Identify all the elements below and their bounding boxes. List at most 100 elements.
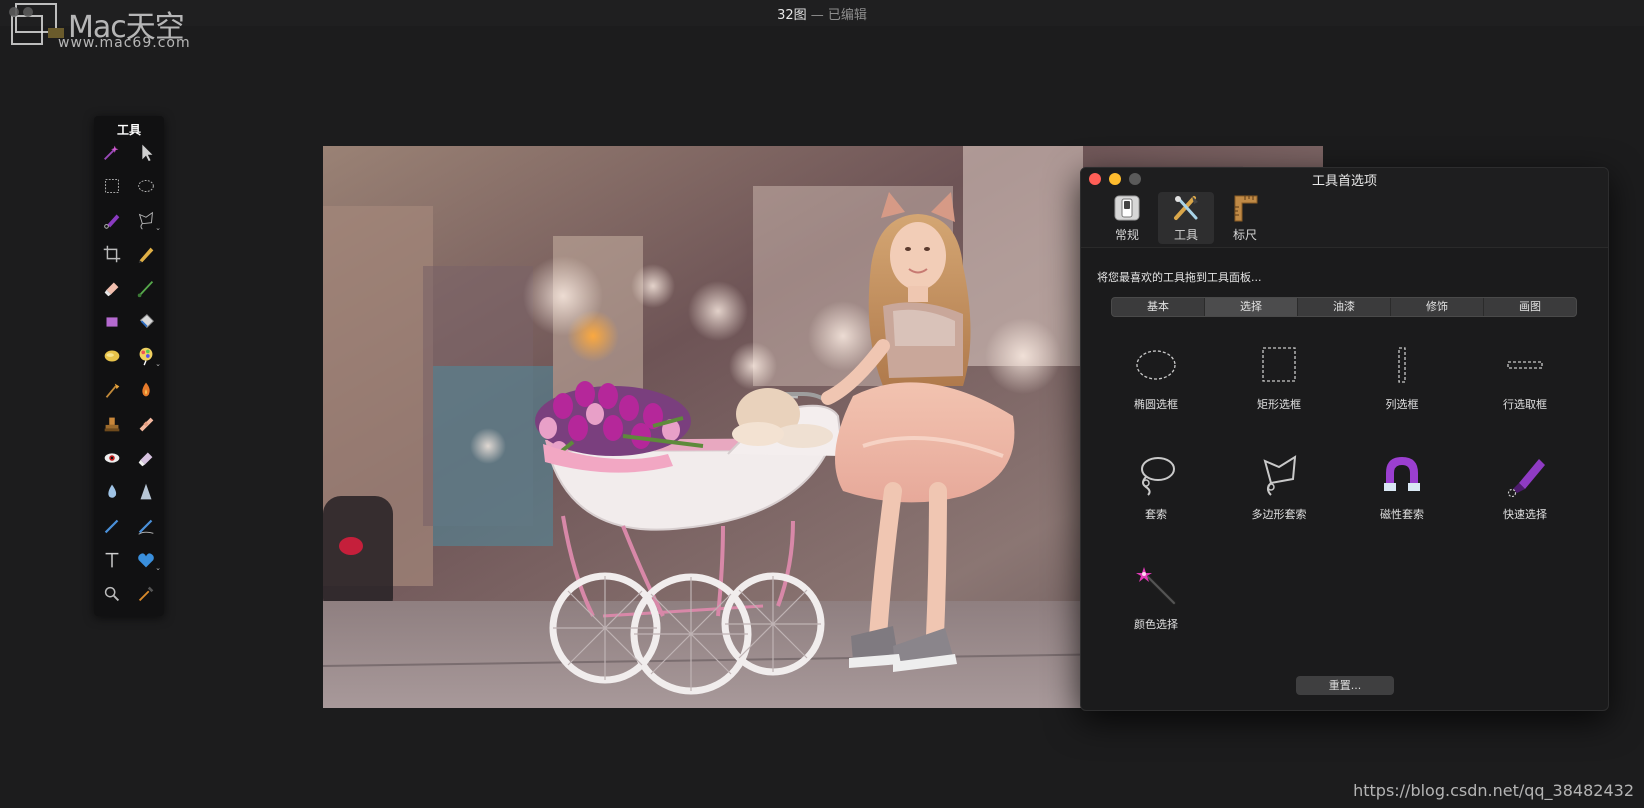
heart-shape-icon (138, 553, 154, 568)
eraser2-icon (138, 452, 153, 467)
paint-bucket-icon (139, 314, 154, 329)
quick-selection-icon (104, 214, 120, 229)
tab-rulers-label: 标尺 (1232, 228, 1257, 242)
palette-tool-crop[interactable] (100, 242, 124, 266)
submenu-indicator-icon: ⌄ (155, 360, 161, 368)
rect-marquee-icon (1262, 347, 1296, 382)
palette-tool-paint-bucket[interactable] (134, 310, 158, 334)
brush-icon (137, 280, 154, 298)
palette-tool-blur-drop[interactable] (100, 480, 124, 504)
tool-rect-marquee[interactable]: 矩形选框 (1224, 343, 1334, 443)
submenu-indicator-icon: ⌄ (155, 564, 161, 572)
tool-color-selection[interactable]: 颜色选择 (1101, 563, 1211, 663)
tab-rulers[interactable]: 标尺 (1217, 192, 1273, 244)
palette-tool-pen-freeform[interactable] (134, 514, 158, 538)
lasso-icon (1141, 457, 1175, 496)
palette-tool-burn[interactable] (134, 378, 158, 402)
palette-tool-color-picker[interactable]: ⌄ (134, 344, 161, 368)
palette-tool-eraser[interactable] (100, 276, 124, 300)
title-bar: 32图 — 已编辑 (0, 0, 1644, 26)
tab-general-label: 常规 (1114, 228, 1139, 242)
red-eye-icon (104, 453, 120, 463)
text-icon (105, 552, 119, 568)
sharpen-icon (140, 483, 152, 500)
palette-tool-pen[interactable] (100, 514, 124, 538)
zoom-icon (104, 586, 120, 602)
tool-ellipse-marquee[interactable]: 椭圆选框 (1101, 343, 1211, 443)
prefs-title: 工具首选项 (1311, 174, 1377, 189)
drag-prompt: 将您最喜欢的工具拖到工具面板... (1097, 271, 1262, 284)
crop-icon (103, 245, 121, 263)
palette-tool-lasso[interactable]: ⌄ (134, 208, 161, 232)
tab-general[interactable]: 常规 (1099, 192, 1155, 244)
tool-preferences-window: 工具首选项 常规 工具 标尺 将您最喜欢的工具拖到工具面板... 基本 选择 油… (1080, 167, 1609, 711)
palette-tool-ellipse-marquee[interactable] (134, 174, 158, 198)
tool-lasso[interactable]: 套索 (1101, 453, 1211, 553)
category-segmented-control: 基本 选择 油漆 修饰 画图 (1111, 297, 1577, 317)
blur-drop-icon (108, 484, 117, 498)
tool-polygon-lasso[interactable]: 多边形套索 (1224, 453, 1334, 553)
bandage-icon (139, 417, 154, 432)
gradient-icon (104, 350, 120, 362)
palette-tool-eyedropper[interactable] (134, 582, 158, 606)
color-selection-wand-icon (1136, 567, 1176, 605)
tool-magnetic-lasso[interactable]: 磁性套索 (1347, 453, 1457, 553)
document-name: 32图 (777, 8, 807, 23)
tool-label: 矩形选框 (1257, 398, 1301, 411)
polygon-lasso-icon (1263, 455, 1297, 496)
reset-button[interactable]: 重置... (1296, 676, 1394, 695)
palette-tool-zoom[interactable] (100, 582, 124, 606)
palette-tool-gradient[interactable] (100, 344, 124, 368)
palette-tool-quick-selection[interactable] (100, 208, 124, 232)
lasso-icon (138, 211, 153, 230)
tool-label: 快速选择 (1503, 508, 1547, 521)
color-picker-icon (139, 347, 153, 366)
burn-icon (142, 382, 150, 397)
tool-quick-selection[interactable]: 快速选择 (1470, 453, 1580, 553)
palette-tool-text[interactable] (100, 548, 124, 572)
tools-palette: 工具 ⌄ ⌄ ⌄ (94, 116, 164, 616)
palette-tool-eraser2[interactable] (134, 446, 158, 470)
palette-tool-magic-wand[interactable] (100, 140, 124, 164)
tool-row-marquee[interactable]: 行选取框 (1470, 343, 1580, 443)
tools-palette-title: 工具 (116, 123, 141, 137)
ruler-icon (1234, 195, 1258, 222)
eyedropper-icon (138, 586, 154, 602)
ellipse-marquee-icon (1136, 350, 1176, 380)
segment-retouch[interactable]: 修饰 (1391, 298, 1484, 316)
palette-tool-heart-shape[interactable]: ⌄ (134, 548, 161, 572)
palette-tool-smudge[interactable] (100, 378, 124, 402)
tool-label: 列选框 (1385, 398, 1419, 411)
palette-tool-clone-stamp[interactable] (100, 412, 124, 436)
palette-tool-pencil[interactable] (134, 242, 158, 266)
segment-paint[interactable]: 油漆 (1298, 298, 1391, 316)
tool-label: 多边形套索 (1251, 508, 1307, 521)
tool-label: 套索 (1145, 508, 1167, 521)
tool-label: 磁性套索 (1380, 508, 1424, 521)
palette-tool-shape-rectangle[interactable] (100, 310, 124, 334)
tool-label: 椭圆选框 (1134, 398, 1178, 411)
palette-tool-move-arrow[interactable] (134, 140, 158, 164)
palette-tool-red-eye[interactable] (100, 446, 124, 470)
segment-selection[interactable]: 选择 (1205, 298, 1298, 316)
segment-basic[interactable]: 基本 (1112, 298, 1205, 316)
tool-label: 行选取框 (1503, 398, 1547, 411)
eraser-icon (104, 282, 119, 297)
edited-status: — 已编辑 (810, 8, 867, 23)
move-arrow-icon (142, 144, 153, 162)
segment-draw[interactable]: 画图 (1484, 298, 1576, 316)
watermark-logo: Mac天空 www.mac69.com (6, 2, 226, 52)
footer-watermark-url: https://blog.csdn.net/qq_38482432 (1353, 781, 1634, 800)
tool-column-marquee[interactable]: 列选框 (1347, 343, 1457, 443)
palette-tool-sharpen[interactable] (134, 480, 158, 504)
magic-wand-icon (104, 145, 119, 160)
tool-label: 颜色选择 (1134, 618, 1178, 631)
palette-tool-bandage[interactable] (134, 412, 158, 436)
tab-tools[interactable]: 工具 (1158, 192, 1214, 244)
window-title: 32图 — 已编辑 (0, 4, 1644, 23)
palette-tool-rect-marquee[interactable] (100, 174, 124, 198)
row-marquee-icon (1507, 361, 1543, 369)
clone-stamp-icon (104, 417, 120, 432)
pencil-icon (138, 247, 154, 264)
palette-tool-brush[interactable] (134, 276, 158, 300)
